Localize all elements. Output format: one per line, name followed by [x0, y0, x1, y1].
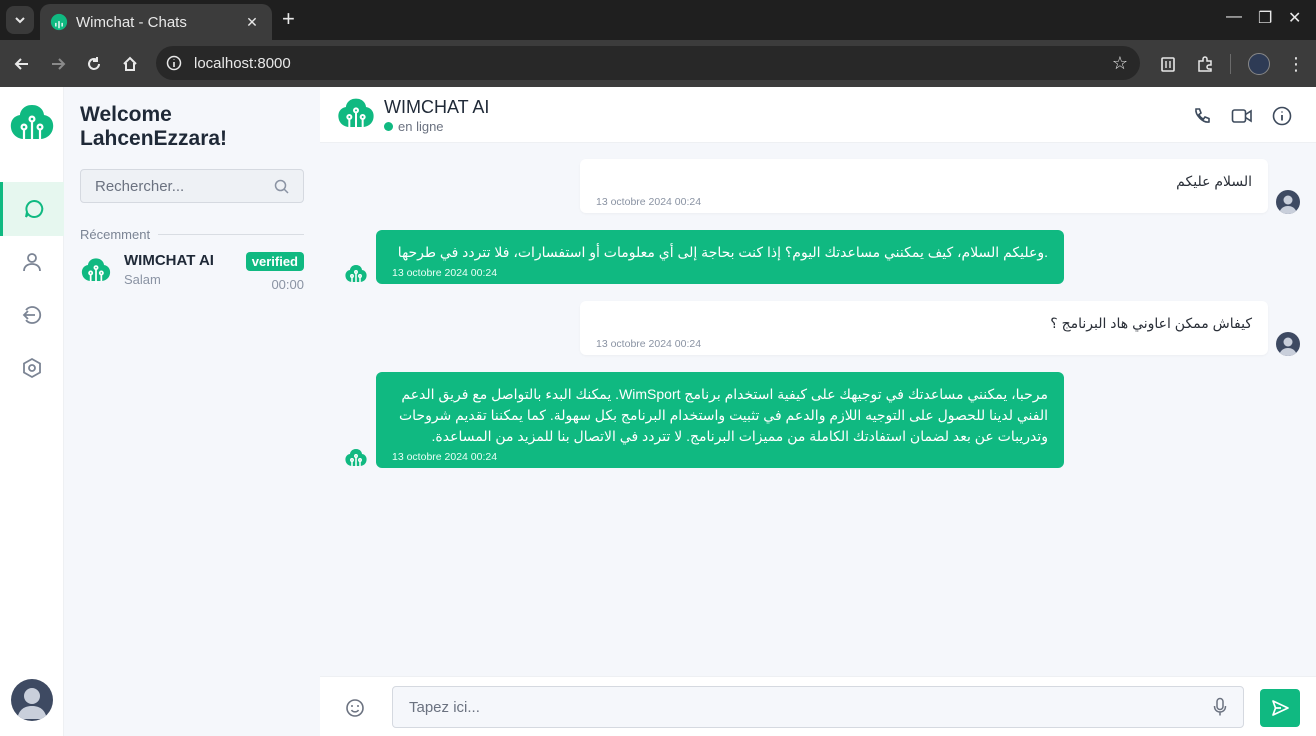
message-input-placeholder: Tapez ici... [409, 698, 480, 716]
message-input[interactable]: Tapez ici... [392, 686, 1244, 728]
send-icon [1272, 700, 1289, 716]
message-list: السلام عليكم 13 octobre 2024 00:24 .وعلي… [320, 143, 1316, 676]
chat-bubble-icon [24, 199, 43, 218]
logout-icon [22, 306, 42, 324]
message-bubble-bot: مرحبا، يمكنني مساعدتك في توجيهك على كيفي… [376, 372, 1064, 468]
microphone-icon[interactable] [1213, 697, 1227, 717]
wimchat-favicon-icon [50, 13, 68, 31]
chat-list-item[interactable]: WIMCHAT AI Salam verified 00:00 [80, 252, 304, 292]
user-icon [23, 253, 41, 272]
search-input[interactable]: Rechercher... [80, 169, 304, 203]
restore-icon[interactable]: ❐ [1258, 8, 1272, 28]
tab-list-button[interactable] [6, 6, 34, 34]
forward-icon[interactable] [46, 52, 70, 76]
message-time: 13 octobre 2024 00:24 [392, 267, 498, 279]
online-dot-icon [384, 122, 393, 131]
chat-last-message: Salam [124, 272, 161, 287]
phone-icon[interactable] [1191, 105, 1213, 127]
message-text: .وعليكم السلام، كيف يمكنني مساعدتك اليوم… [397, 244, 1048, 260]
contact-status: en ligne [384, 119, 444, 134]
profile-avatar[interactable] [1247, 52, 1271, 76]
bot-avatar-icon [344, 448, 368, 474]
nav-chats[interactable] [0, 182, 64, 236]
message-time: 13 octobre 2024 00:24 [392, 451, 498, 463]
section-divider [158, 234, 304, 235]
message-text: كيفاش ممكن اعاوني هاد البرنامج ؟ [1050, 315, 1252, 331]
info-icon[interactable] [1271, 105, 1293, 127]
bot-avatar-icon [344, 264, 368, 290]
browser-tabbar: Wimchat - Chats ✕ + — ❐ ✕ [0, 0, 1316, 40]
welcome-heading: Welcome LahcenEzzara! [80, 103, 228, 150]
minimize-icon[interactable]: — [1226, 8, 1242, 26]
browser-toolbar: localhost:8000 ☆ ⋮ [0, 40, 1316, 87]
chat-main: WIMCHAT AI en ligne السلام عليكم 13 octo… [320, 87, 1316, 736]
url-text: localhost:8000 [194, 54, 291, 72]
nav-logout[interactable] [0, 288, 64, 342]
search-icon[interactable] [274, 179, 289, 194]
chat-name: WIMCHAT AI [124, 252, 214, 269]
search-placeholder: Rechercher... [95, 177, 185, 195]
message-bubble-bot: .وعليكم السلام، كيف يمكنني مساعدتك اليوم… [376, 230, 1064, 284]
user-avatar[interactable] [11, 679, 53, 721]
message-bubble-user: كيفاش ممكن اعاوني هاد البرنامج ؟ 13 octo… [580, 301, 1268, 355]
user-avatar [1276, 190, 1300, 214]
wimchat-avatar-icon [336, 97, 376, 137]
tab-close-icon[interactable]: ✕ [242, 14, 262, 31]
wimchat-avatar-icon [81, 258, 111, 284]
recent-section-label: Récemment [80, 227, 304, 242]
chat-time: 00:00 [271, 277, 304, 292]
clipboard-icon[interactable] [1156, 52, 1180, 76]
browser-menu-icon[interactable]: ⋮ [1284, 52, 1308, 76]
back-icon[interactable] [10, 52, 34, 76]
message-time: 13 octobre 2024 00:24 [596, 338, 702, 350]
video-icon[interactable] [1231, 105, 1253, 127]
site-info-icon[interactable] [166, 55, 182, 71]
emoji-icon[interactable] [345, 698, 365, 723]
send-button[interactable] [1260, 689, 1300, 727]
nav-profile[interactable] [0, 235, 64, 289]
tab-title: Wimchat - Chats [76, 13, 187, 31]
extensions-icon[interactable] [1193, 52, 1217, 76]
home-icon[interactable] [118, 52, 142, 76]
message-text: مرحبا، يمكنني مساعدتك في توجيهك على كيفي… [398, 386, 1048, 444]
toolbar-divider [1230, 54, 1231, 74]
verified-badge: verified [245, 252, 304, 271]
wimchat-logo-icon[interactable] [8, 103, 56, 150]
bookmark-star-icon[interactable]: ☆ [1112, 53, 1128, 74]
message-text: السلام عليكم [1176, 173, 1252, 189]
nav-settings[interactable] [0, 341, 64, 395]
browser-tab[interactable]: Wimchat - Chats ✕ [40, 4, 272, 40]
chat-header: WIMCHAT AI en ligne [320, 87, 1316, 143]
new-tab-button[interactable]: + [282, 8, 295, 30]
contact-name: WIMCHAT AI [384, 97, 490, 117]
nav-rail [0, 87, 64, 736]
wimchat-app: Welcome LahcenEzzara! Rechercher... Réce… [0, 87, 1316, 736]
close-window-icon[interactable]: ✕ [1288, 8, 1301, 28]
chevron-down-icon [15, 17, 25, 24]
chat-list-panel: Welcome LahcenEzzara! Rechercher... Réce… [64, 87, 320, 736]
reload-icon[interactable] [82, 52, 106, 76]
message-time: 13 octobre 2024 00:24 [596, 196, 702, 208]
message-bubble-user: السلام عليكم 13 octobre 2024 00:24 [580, 159, 1268, 213]
message-composer: Tapez ici... [320, 676, 1316, 736]
settings-hexagon-icon [23, 357, 41, 379]
address-bar[interactable]: localhost:8000 ☆ [156, 46, 1140, 80]
user-avatar [1276, 332, 1300, 356]
